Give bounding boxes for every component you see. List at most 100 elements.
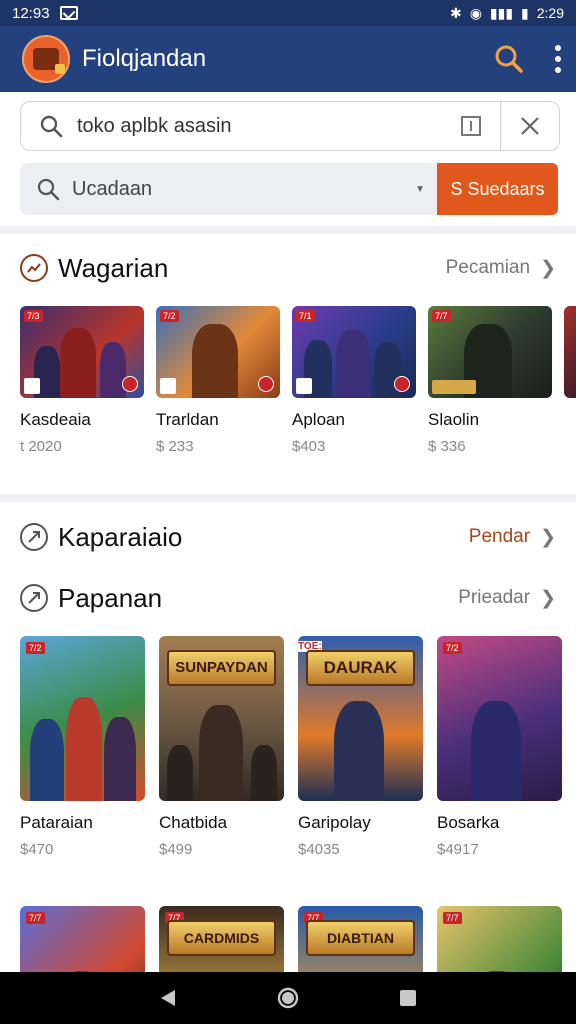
age-badge: 7/7 [432, 310, 451, 322]
game-card[interactable]: SUNPAYDAN Chatbida $499 [159, 636, 284, 858]
game-card[interactable]: 7/2 Pataraian $470 [20, 636, 145, 858]
back-icon[interactable] [159, 989, 177, 1007]
game-title: Pataraian [20, 813, 93, 832]
game-price: $470 [20, 841, 54, 858]
game-row-3: 7/7 7/7 CARDMIDS 7/7 DIABTIAN 7/7 [20, 906, 562, 972]
search-submit-button[interactable]: S Suedaars [437, 163, 558, 215]
game-card[interactable]: 7/7 Slaolin $ 336 [428, 306, 552, 466]
section-header-wagarian: Wagarian Pecamian ❯ [20, 250, 556, 286]
section-title: Wagarian [58, 252, 169, 283]
rating-icon [24, 378, 40, 394]
game-price: $403 [292, 438, 326, 455]
age-badge: 7/2 [443, 642, 462, 654]
clear-button[interactable] [501, 116, 559, 136]
game-card[interactable]: DAURAK TOE: Garipolay $4035 [298, 636, 423, 858]
status-bar: 12:93 ✱ ◉ ▮▮▮ ▮ 2:29 [0, 0, 576, 26]
game-price: $4035 [298, 841, 340, 858]
barcode-icon[interactable] [460, 115, 482, 137]
game-thumbnail: 7/7 [428, 306, 552, 398]
search-small-icon [37, 178, 60, 201]
game-thumbnail: 7/1 [292, 306, 416, 398]
game-thumbnail: 7/2 [437, 636, 562, 801]
app-title: Fiolqjandan [82, 45, 207, 72]
game-price: $499 [159, 841, 193, 858]
game-row-1: 7/3 Kasdeaia t 2020 7/2 Trarldan $ 233 7… [20, 306, 576, 466]
game-logo: SUNPAYDAN [167, 650, 276, 686]
game-logo: DIABTIAN [306, 920, 415, 956]
section-title: Papanan [58, 582, 163, 613]
rating-icon [432, 380, 476, 394]
game-price: $ 336 [428, 438, 466, 455]
game-card[interactable]: 7/1 Aploan $403 [292, 306, 416, 466]
search-box[interactable]: toko aplbk asasin [20, 101, 560, 151]
app-logo[interactable] [22, 35, 70, 83]
battery-text: 2:29 [536, 5, 564, 21]
game-card-partial[interactable] [564, 306, 576, 466]
rating-badge-icon [258, 376, 274, 392]
age-badge: 7/2 [160, 310, 179, 322]
age-badge: 7/2 [26, 642, 45, 654]
home-icon[interactable] [276, 986, 300, 1010]
compass-icon [20, 584, 48, 612]
section-header-papanan: Papanan Prieadar ❯ [20, 580, 556, 616]
recents-icon[interactable] [399, 989, 417, 1007]
game-logo: DAURAK [306, 650, 415, 686]
search-icon[interactable] [494, 44, 524, 74]
search-input[interactable]: toko aplbk asasin [77, 115, 460, 138]
rating-icon [296, 378, 312, 394]
game-title: Slaolin [428, 410, 480, 429]
age-badge: 7/3 [24, 310, 43, 322]
game-title: Kasdeaia [20, 410, 91, 429]
game-title: Garipolay [298, 813, 371, 832]
game-price: $ 233 [156, 438, 194, 455]
game-card[interactable]: 7/7 CARDMIDS [159, 906, 284, 972]
game-thumbnail: SUNPAYDAN [159, 636, 284, 801]
compass-icon [20, 523, 48, 551]
game-price: t 2020 [20, 438, 62, 455]
age-badge: 7/7 [26, 912, 45, 924]
game-thumbnail: 7/2 [20, 636, 145, 801]
section-divider [0, 226, 576, 234]
section-more-link[interactable]: Pecamian ❯ [446, 257, 556, 280]
notification-icon [59, 6, 78, 20]
game-thumbnail: 7/7 [437, 906, 562, 972]
category-dropdown[interactable]: Ucadaan ▼ [20, 163, 437, 215]
chevron-right-icon: ❯ [540, 587, 556, 609]
status-time: 12:93 [12, 4, 50, 22]
search-field-icon [40, 115, 63, 138]
game-price: $4917 [437, 841, 479, 858]
game-card[interactable]: 7/2 Bosarka $4917 [437, 636, 562, 858]
more-menu-icon[interactable] [554, 44, 562, 74]
game-thumbnail: 7/2 [156, 306, 280, 398]
game-card[interactable]: 7/7 DIABTIAN [298, 906, 423, 972]
game-thumbnail [564, 306, 576, 398]
rating-badge-icon [394, 376, 410, 392]
trending-icon [20, 254, 48, 282]
game-card[interactable]: 7/3 Kasdeaia t 2020 [20, 306, 144, 466]
section-divider [0, 494, 576, 502]
game-card[interactable]: 7/7 [437, 906, 562, 972]
chevron-right-icon: ❯ [540, 257, 556, 279]
game-title: Bosarka [437, 813, 500, 832]
dropdown-label: Ucadaan [72, 177, 153, 200]
game-card[interactable]: 7/7 [20, 906, 145, 972]
game-thumbnail: 7/7 [20, 906, 145, 972]
game-card[interactable]: 7/2 Trarldan $ 233 [156, 306, 280, 466]
battery-icon: ▮ [521, 4, 529, 21]
more-label: Pecamian [445, 257, 531, 278]
game-thumbnail: 7/7 DIABTIAN [298, 906, 423, 972]
rating-badge-icon [122, 376, 138, 392]
alarm-icon: ◉ [469, 4, 482, 21]
game-row-2: 7/2 Pataraian $470 SUNPAYDAN Chatbida $4… [20, 636, 562, 858]
app-bar: Fiolqjandan [0, 26, 576, 92]
chevron-down-icon: ▼ [415, 183, 425, 195]
more-label: Prieadar [458, 587, 531, 608]
age-badge: 7/7 [443, 912, 462, 924]
game-thumbnail: DAURAK TOE: [298, 636, 423, 801]
system-nav-bar [0, 972, 576, 1024]
game-title: Aploan [292, 410, 345, 429]
game-title: Trarldan [156, 410, 219, 429]
section-header-kaparaiaio: Kaparaiaio Pendar ❯ [20, 519, 556, 555]
section-more-link[interactable]: Prieadar ❯ [458, 587, 556, 610]
section-more-link[interactable]: Pendar ❯ [469, 526, 556, 549]
